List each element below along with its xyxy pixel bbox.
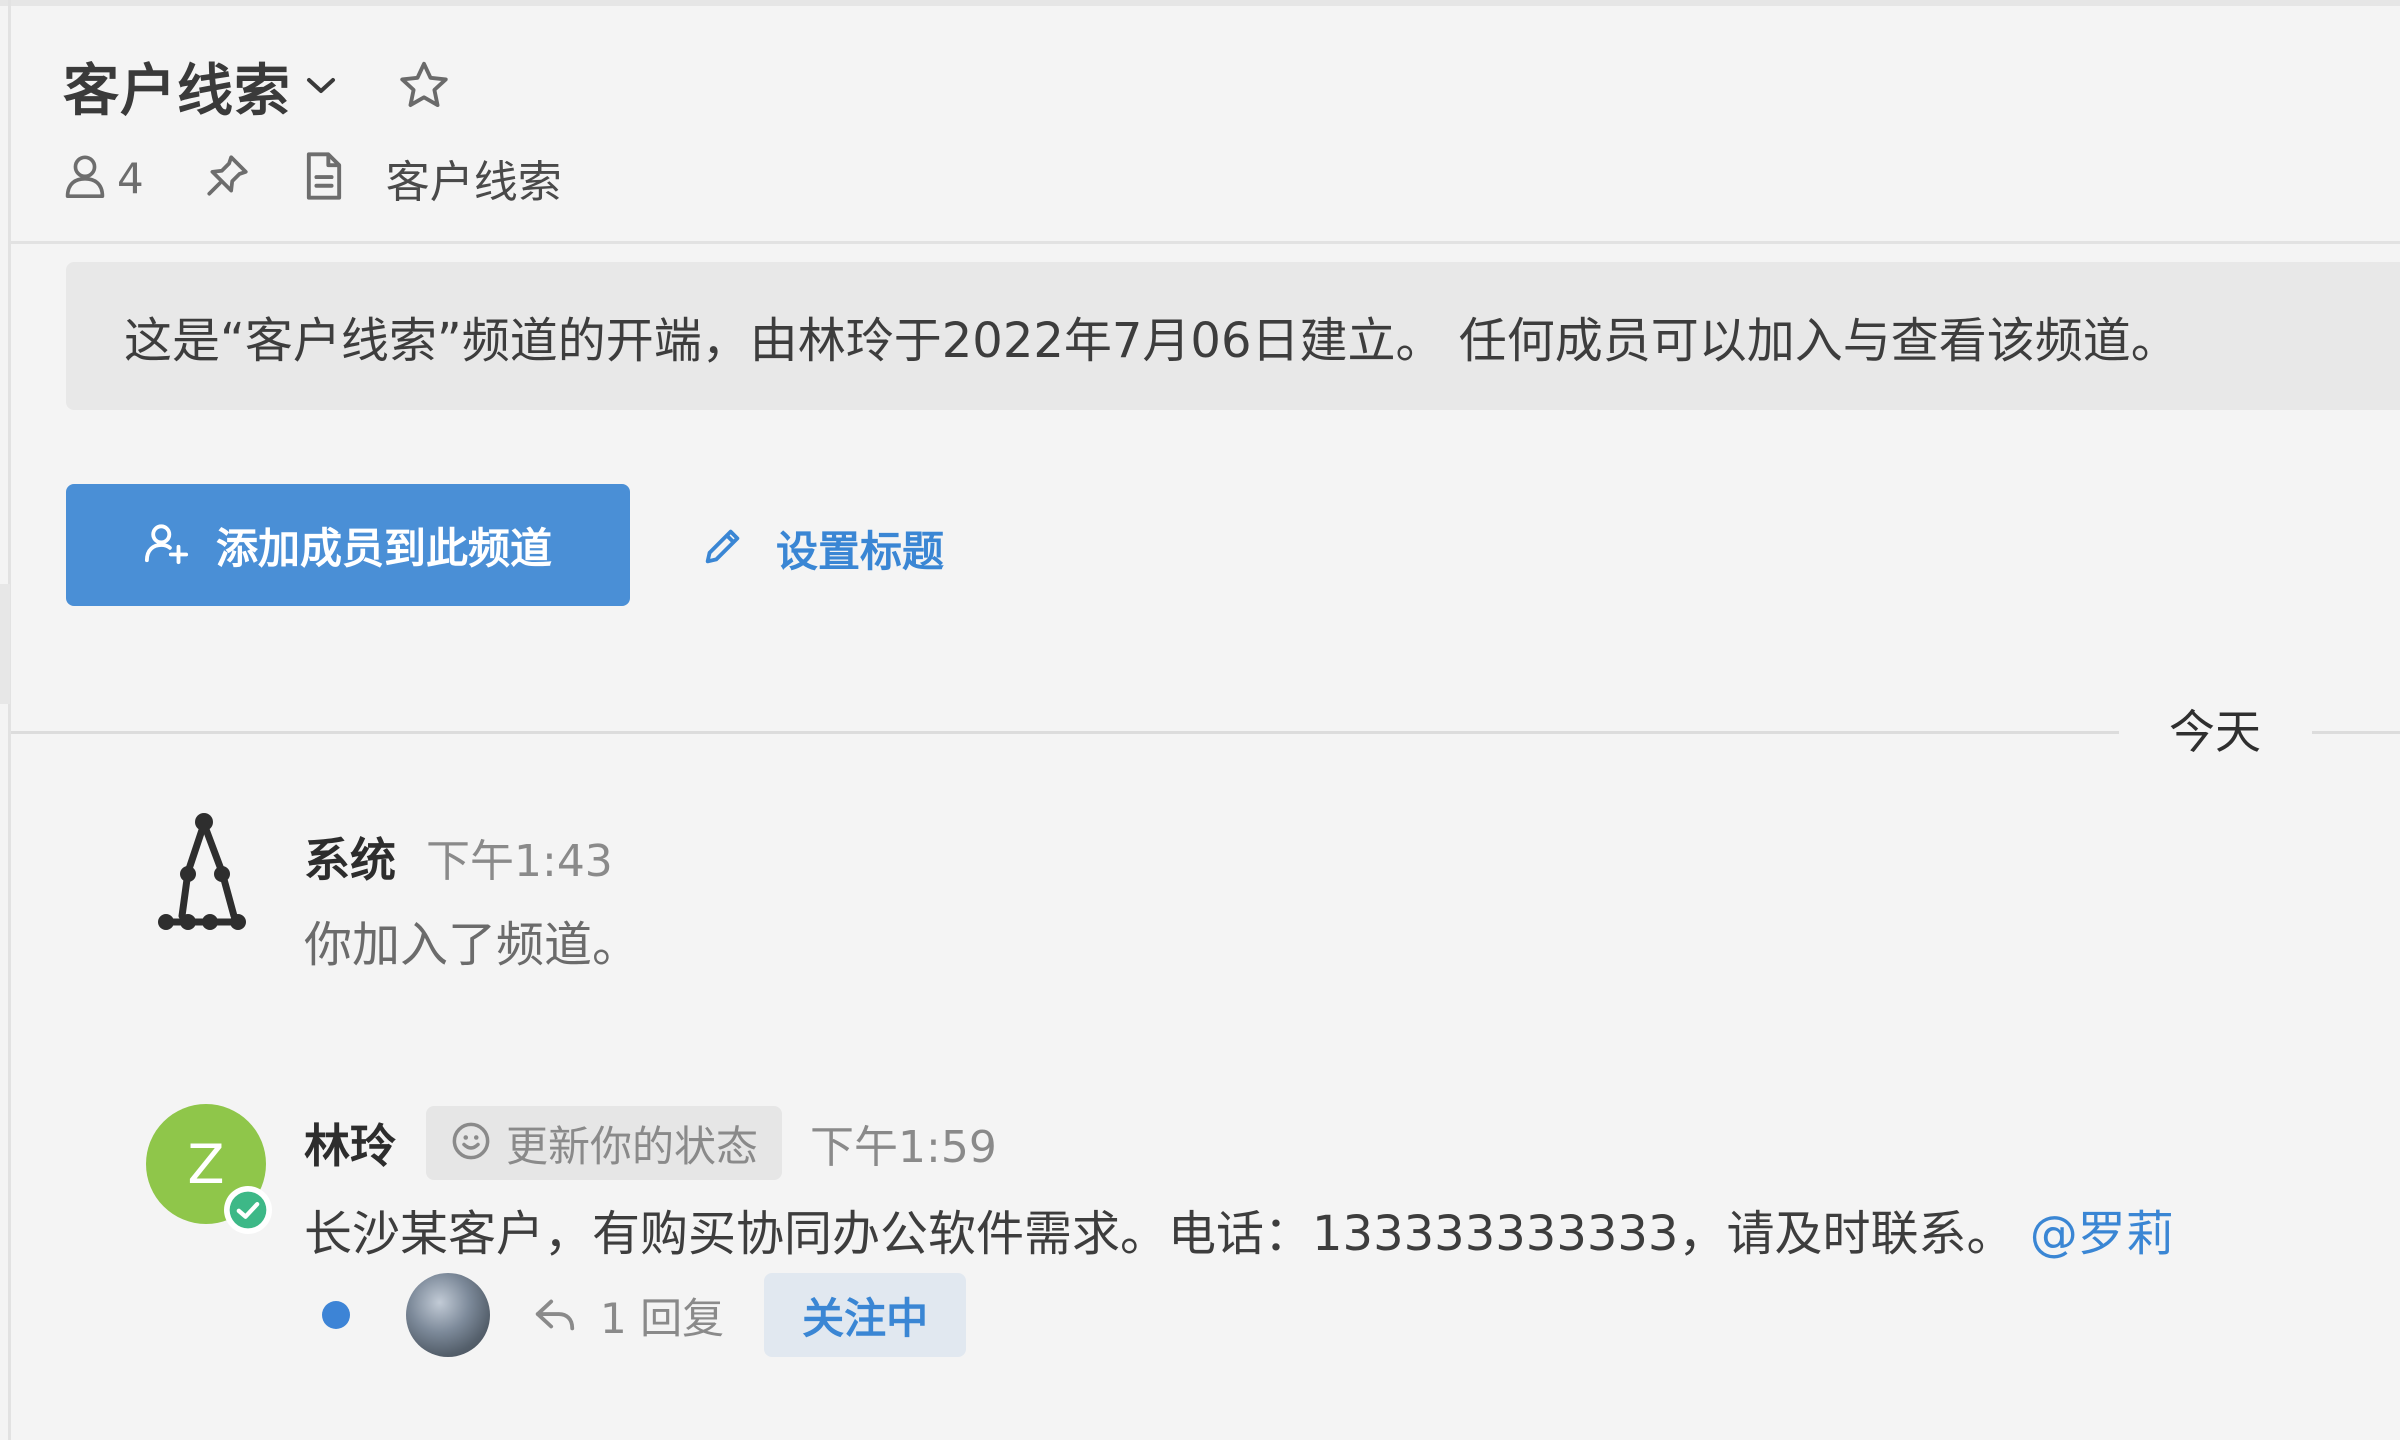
file-icon <box>302 150 346 206</box>
system-logo-icon <box>154 812 266 940</box>
member-count: 4 <box>117 153 144 203</box>
date-divider-label: 今天 <box>2169 705 2261 759</box>
smiley-icon <box>450 1120 492 1166</box>
avatar-letter: Z <box>187 1132 225 1196</box>
online-check-icon <box>224 1186 272 1234</box>
post-author[interactable]: 系统 <box>304 824 396 890</box>
update-status-button[interactable]: 更新你的状态 <box>426 1106 783 1180</box>
post-header: 林玲 更新你的状态 下午1:59 <box>304 1106 997 1180</box>
files-button[interactable] <box>302 150 346 206</box>
member-icon <box>63 152 107 204</box>
channel-intro-text: 这是“客户线索”频道的开端，由林玲于2022年7月06日建立。 任何成员可以加入… <box>124 313 2179 369</box>
post-author[interactable]: 林玲 <box>304 1110 396 1176</box>
thread-footer: 1 回复 关注中 <box>322 1270 967 1360</box>
member-count-button[interactable]: 4 <box>63 152 144 204</box>
date-divider-line <box>2312 731 2400 734</box>
pencil-icon <box>700 523 746 573</box>
channel-intro-banner: 这是“客户线索”频道的开端，由林玲于2022年7月06日建立。 任何成员可以加入… <box>66 262 2400 410</box>
chevron-down-icon[interactable] <box>305 76 337 96</box>
channel-title-row: 客户线索 <box>63 46 453 126</box>
channel-title[interactable]: 客户线索 <box>63 46 291 127</box>
reply-icon[interactable] <box>532 1295 578 1335</box>
pinned-button[interactable] <box>202 151 252 205</box>
reply-count[interactable]: 1 回复 <box>600 1285 724 1346</box>
set-title-label: 设置标题 <box>776 526 945 576</box>
mention-link[interactable]: @罗莉 <box>2030 1206 2174 1262</box>
add-members-button[interactable]: 添加成员到此频道 <box>66 484 630 606</box>
unread-dot <box>322 1301 350 1329</box>
channel-header-label[interactable]: 客户线索 <box>386 146 562 210</box>
avatar[interactable] <box>406 1273 490 1357</box>
post-message: 长沙某客户，有购买协同办公软件需求。电话：133333333333，请及时联系。… <box>304 1194 2174 1264</box>
post-header: 系统 下午1:43 <box>304 822 613 892</box>
update-status-label: 更新你的状态 <box>506 1121 759 1171</box>
post-message-text: 长沙某客户，有购买协同办公软件需求。电话：133333333333，请及时联系。 <box>304 1206 2015 1262</box>
channel-meta-row: 4 客户线索 <box>63 146 562 210</box>
date-divider-line <box>11 731 2119 734</box>
channel-header: 客户线索 4 客户线索 <box>11 6 2400 244</box>
set-title-button[interactable]: 设置标题 <box>700 508 944 588</box>
star-icon[interactable] <box>395 57 453 115</box>
following-button[interactable]: 关注中 <box>764 1273 967 1357</box>
add-member-icon <box>144 520 190 570</box>
post-time[interactable]: 下午1:43 <box>426 825 613 889</box>
add-members-label: 添加成员到此频道 <box>215 523 552 573</box>
pin-icon <box>202 151 252 205</box>
post-time[interactable]: 下午1:59 <box>810 1111 997 1175</box>
post-message: 你加入了频道。 <box>304 917 641 973</box>
left-edge-shade <box>0 584 10 704</box>
